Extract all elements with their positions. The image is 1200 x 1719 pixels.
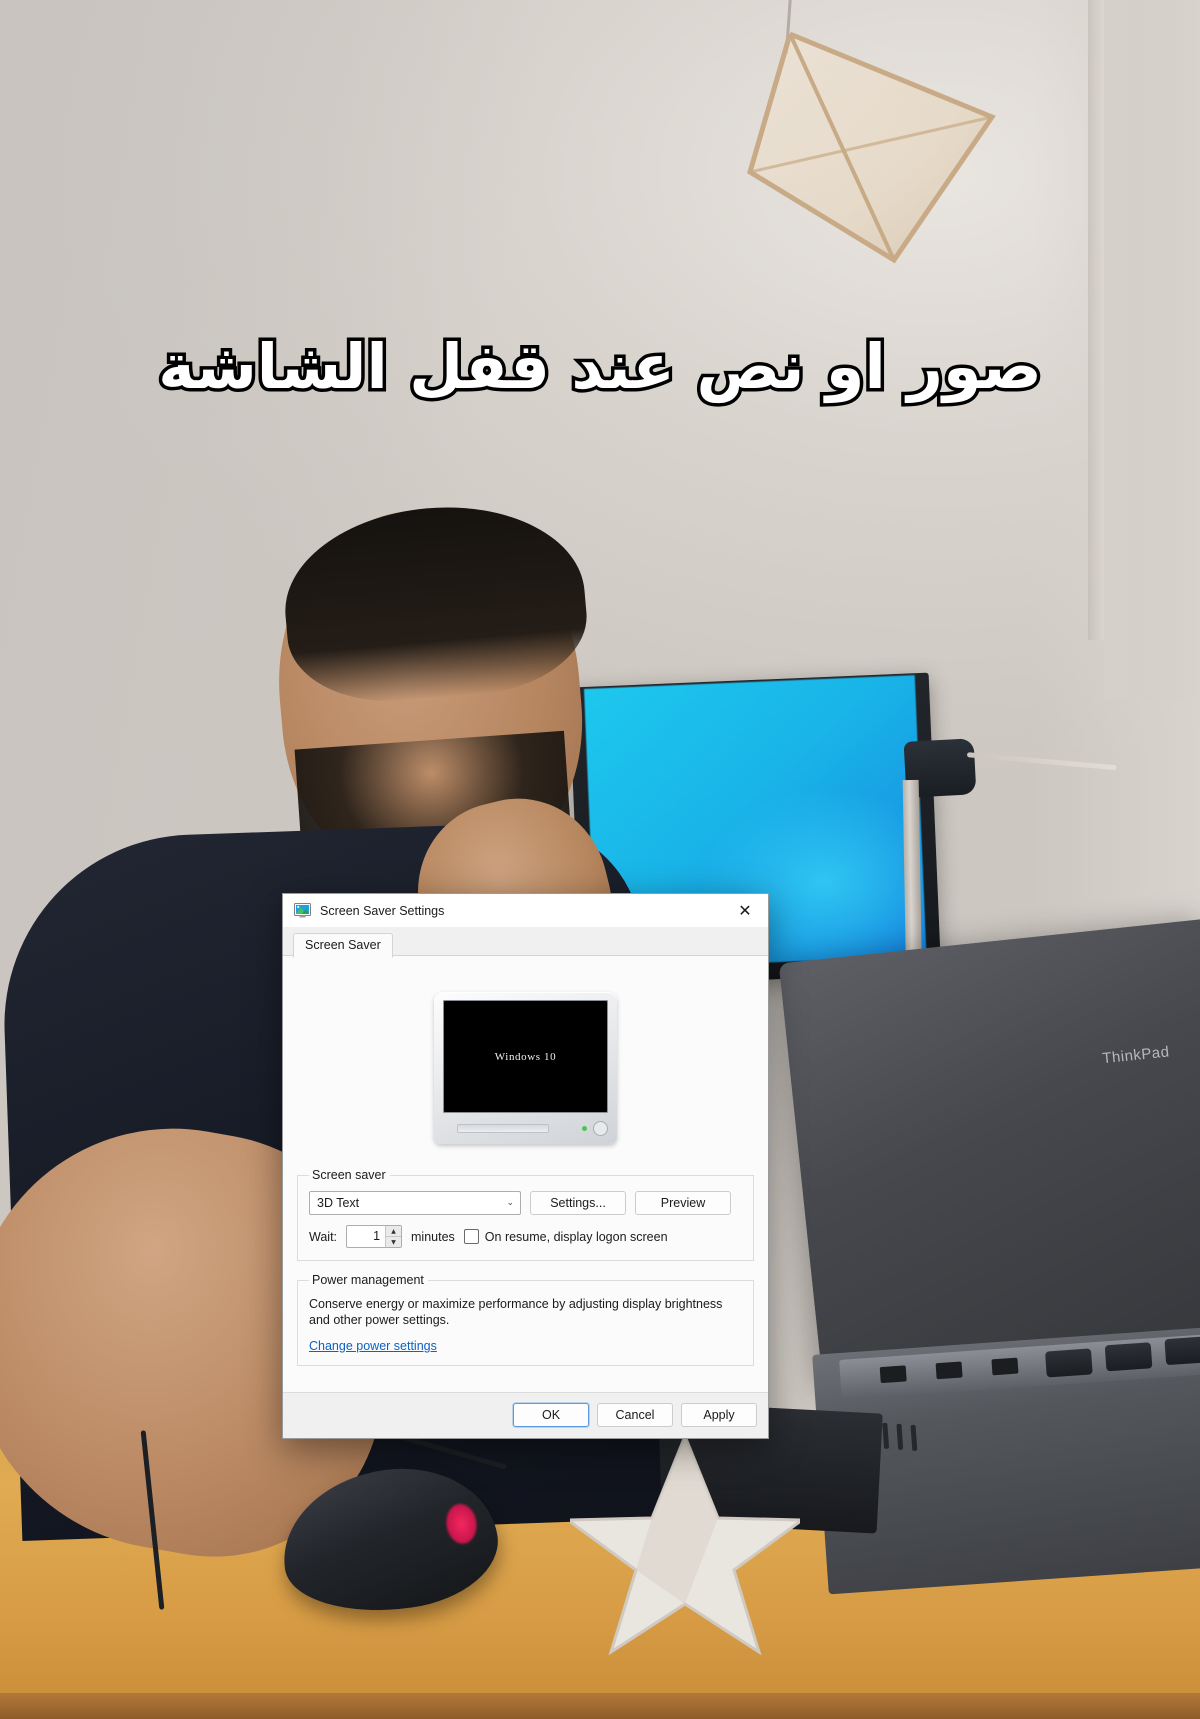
screen-saver-dropdown[interactable]: 3D Text ⌄ <box>309 1191 521 1215</box>
crt-monitor-preview: Windows 10 <box>434 992 617 1144</box>
screen-saver-selection-row: 3D Text ⌄ Settings... Preview <box>309 1191 742 1215</box>
power-management-description: Conserve energy or maximize performance … <box>309 1297 723 1327</box>
tab-strip: Screen Saver <box>283 928 768 958</box>
wait-value: 1 <box>373 1229 381 1243</box>
cancel-button[interactable]: Cancel <box>597 1403 673 1427</box>
power-management-group: Power management Conserve energy or maxi… <box>297 1273 754 1366</box>
chevron-down-icon: ⌄ <box>506 1198 514 1208</box>
dialog-footer: OK Cancel Apply <box>283 1393 768 1438</box>
screen-saver-dropdown-value: 3D Text <box>317 1196 360 1210</box>
screen-saver-monitor-icon <box>294 903 311 918</box>
pendant-lamp-icon <box>742 22 1022 277</box>
screen-saver-group: Screen saver 3D Text ⌄ Settings... Previ… <box>297 1168 754 1261</box>
cable-plug <box>1045 1348 1093 1378</box>
dialog-title: Screen Saver Settings <box>320 903 445 918</box>
close-icon[interactable]: ✕ <box>722 894 768 927</box>
tab-page-screen-saver: Windows 10 Screen saver 3D Text ⌄ Settin… <box>283 956 768 1393</box>
laptop-port <box>991 1357 1019 1376</box>
star-ornament-icon <box>570 1430 800 1670</box>
crt-base <box>443 1117 608 1140</box>
background-photo: ThinkPad <box>0 0 1200 1719</box>
mouse-led <box>443 1501 480 1546</box>
laptop-lid: ThinkPad <box>778 918 1200 1392</box>
screenshot-root: ThinkPad صور او نص عند قفل الشاشة Screen… <box>0 0 1200 1719</box>
preview-screen-text: Windows 10 <box>494 1050 557 1063</box>
logon-checkbox-wrapper[interactable]: On resume, display logon screen <box>463 1229 668 1244</box>
video-caption: صور او نص عند قفل الشاشة <box>155 327 1045 407</box>
wait-stepper[interactable]: 1 ▲ ▼ <box>346 1225 403 1248</box>
cable-plug <box>1164 1336 1200 1366</box>
wait-stepper-buttons[interactable]: ▲ ▼ <box>385 1226 402 1247</box>
minutes-label: minutes <box>411 1229 455 1244</box>
preview-button[interactable]: Preview <box>635 1191 731 1215</box>
laptop-port <box>935 1361 963 1380</box>
cable-plug <box>1104 1342 1153 1372</box>
logon-checkbox-label: On resume, display logon screen <box>484 1229 668 1244</box>
stepper-up-icon[interactable]: ▲ <box>386 1226 402 1237</box>
logon-checkbox[interactable] <box>463 1229 479 1244</box>
power-button-icon <box>593 1121 608 1136</box>
screen-saver-group-legend: Screen saver <box>312 1168 386 1182</box>
preview-screen: Windows 10 <box>443 1000 608 1113</box>
dialog-titlebar[interactable]: Screen Saver Settings ✕ <box>283 894 768 928</box>
crt-slot <box>457 1124 549 1133</box>
laptop-port <box>879 1365 907 1384</box>
wait-row: Wait: 1 ▲ ▼ minutes On resume, display l… <box>309 1225 742 1248</box>
power-led-icon <box>582 1126 587 1131</box>
ok-button[interactable]: OK <box>513 1403 589 1427</box>
apply-button[interactable]: Apply <box>681 1403 757 1427</box>
tab-screen-saver[interactable]: Screen Saver <box>293 933 393 958</box>
screen-saver-settings-dialog: Screen Saver Settings ✕ Screen Saver Win… <box>282 893 769 1439</box>
wait-label: Wait: <box>309 1229 338 1244</box>
preview-area: Windows 10 <box>297 956 754 1168</box>
power-management-legend: Power management <box>312 1273 424 1287</box>
change-power-settings-link[interactable]: Change power settings <box>309 1339 437 1353</box>
settings-button[interactable]: Settings... <box>530 1191 626 1215</box>
stepper-down-icon[interactable]: ▼ <box>386 1237 401 1247</box>
desk-edge <box>0 1693 1200 1719</box>
laptop-brand-label: ThinkPad <box>1101 1043 1171 1068</box>
